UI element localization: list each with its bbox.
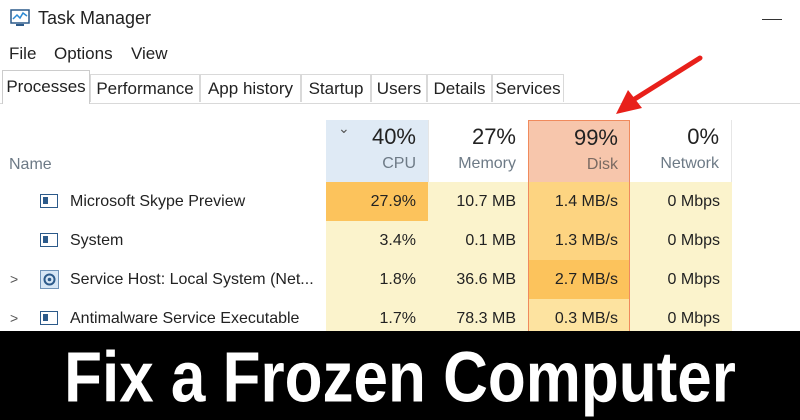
tab-services[interactable]: Services bbox=[492, 74, 564, 102]
column-label-name: Name bbox=[9, 156, 52, 173]
tab-details[interactable]: Details bbox=[427, 74, 492, 102]
column-header-disk[interactable]: 99% Disk bbox=[528, 120, 630, 182]
table-row[interactable]: Microsoft Skype Preview 27.9% 10.7 MB 1.… bbox=[0, 182, 800, 221]
cpu-value: 27.9% bbox=[326, 182, 428, 221]
disk-value: 2.7 MB/s bbox=[528, 260, 630, 299]
system-icon bbox=[40, 233, 58, 247]
sort-chevron-icon: ⌄ bbox=[338, 120, 350, 136]
memory-value: 78.3 MB bbox=[428, 299, 528, 331]
memory-value: 36.6 MB bbox=[428, 260, 528, 299]
memory-value: 10.7 MB bbox=[428, 182, 528, 221]
task-manager-icon bbox=[10, 9, 30, 26]
banner: Fix a Frozen Computer bbox=[0, 331, 800, 420]
disk-total: 99% bbox=[573, 125, 618, 150]
memory-total: 27% bbox=[471, 124, 516, 149]
network-value: 0 Mbps bbox=[630, 182, 732, 221]
network-value: 0 Mbps bbox=[630, 221, 732, 260]
tab-processes[interactable]: Processes bbox=[2, 70, 90, 104]
title-bar: Task Manager bbox=[0, 0, 800, 38]
column-label-network: Network bbox=[660, 155, 719, 172]
disk-value: 1.4 MB/s bbox=[528, 182, 630, 221]
tab-users[interactable]: Users bbox=[371, 74, 427, 102]
table-row[interactable]: > Antimalware Service Executable 1.7% 78… bbox=[0, 299, 800, 331]
window-title: Task Manager bbox=[38, 8, 152, 28]
menu-view[interactable]: View bbox=[131, 44, 168, 64]
disk-value: 0.3 MB/s bbox=[528, 299, 630, 331]
network-total: 0% bbox=[687, 124, 719, 149]
cpu-value: 1.7% bbox=[326, 299, 428, 331]
banner-title: Fix a Frozen Computer bbox=[64, 338, 736, 418]
column-header-network[interactable]: 0% Network bbox=[630, 120, 732, 182]
network-value: 0 Mbps bbox=[630, 260, 732, 299]
app-icon bbox=[40, 311, 58, 325]
minimize-button[interactable] bbox=[752, 8, 792, 30]
memory-value: 0.1 MB bbox=[428, 221, 528, 260]
process-name: System bbox=[70, 232, 124, 249]
column-label-cpu: CPU bbox=[382, 155, 416, 172]
red-arrow-icon bbox=[616, 55, 703, 114]
column-label-memory: Memory bbox=[458, 155, 516, 172]
column-header-cpu[interactable]: ⌄ 40% CPU bbox=[326, 120, 428, 182]
column-label-disk: Disk bbox=[586, 156, 618, 173]
table-row[interactable]: System 3.4% 0.1 MB 1.3 MB/s 0 Mbps bbox=[0, 221, 800, 260]
network-value: 0 Mbps bbox=[630, 299, 732, 331]
expand-chevron-icon[interactable]: > bbox=[10, 260, 18, 299]
disk-value: 1.3 MB/s bbox=[528, 221, 630, 260]
column-header-name[interactable]: Name bbox=[0, 120, 326, 182]
cpu-value: 3.4% bbox=[326, 221, 428, 260]
column-header-memory[interactable]: 27% Memory bbox=[428, 120, 528, 182]
process-name: Microsoft Skype Preview bbox=[70, 193, 246, 210]
gear-icon bbox=[40, 270, 59, 289]
process-name: Service Host: Local System (Net... bbox=[70, 271, 314, 288]
process-name: Antimalware Service Executable bbox=[70, 310, 300, 327]
cpu-total: 40% bbox=[371, 124, 416, 149]
table-row[interactable]: > Service Host: Local System (Net... 1.8… bbox=[0, 260, 800, 299]
app-icon bbox=[40, 194, 58, 208]
tab-startup[interactable]: Startup bbox=[301, 74, 371, 102]
cpu-value: 1.8% bbox=[326, 260, 428, 299]
menu-file[interactable]: File bbox=[9, 44, 36, 64]
menu-options[interactable]: Options bbox=[54, 44, 113, 64]
tab-performance[interactable]: Performance bbox=[90, 74, 200, 102]
expand-chevron-icon[interactable]: > bbox=[10, 299, 18, 331]
tab-app-history[interactable]: App history bbox=[200, 74, 301, 102]
task-manager-window: Task Manager File Options View Processes… bbox=[0, 0, 800, 331]
